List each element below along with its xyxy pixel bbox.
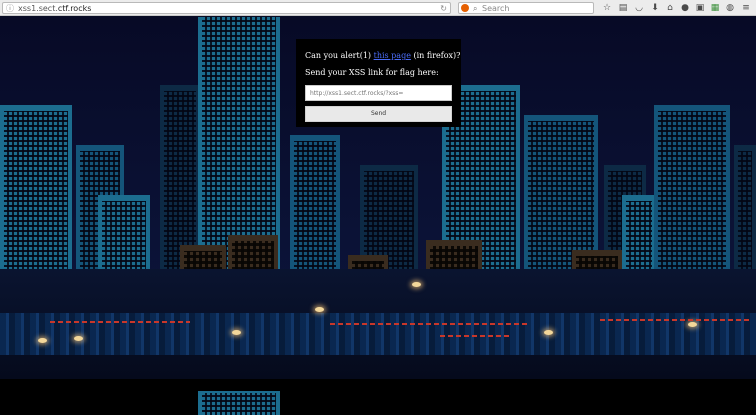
reload-icon[interactable]: ↻	[440, 4, 447, 13]
search-engine-icon[interactable]	[461, 4, 469, 12]
info-icon[interactable]: ⓘ	[6, 4, 14, 13]
street-lamp	[232, 330, 241, 335]
street-lamp	[315, 307, 324, 312]
extension-icon[interactable]: ◍	[725, 3, 735, 13]
search-placeholder: Search	[482, 4, 510, 13]
question-text: Can you alert(1)	[305, 51, 372, 60]
url-domain: ctf.rocks	[57, 4, 92, 13]
search-icon: ⌕	[473, 4, 478, 13]
traffic-lights	[600, 319, 750, 321]
traffic-lights	[440, 335, 510, 337]
building	[734, 145, 756, 285]
search-bar[interactable]: ⌕ Search	[458, 2, 594, 14]
bottom-strip	[0, 379, 756, 415]
browser-toolbar: ⓘ xss1.sect.ctf.rocks ↻ ⌕ Search ☆ ▤ ◡ ⬇…	[0, 0, 756, 16]
chat-icon[interactable]: ●	[680, 3, 690, 13]
building	[654, 105, 730, 285]
question-suffix: (in firefox)?	[413, 51, 461, 60]
traffic-lights	[50, 321, 190, 323]
pocket-icon[interactable]: ◡	[634, 3, 644, 13]
this-page-link[interactable]: this page	[374, 51, 411, 60]
street-lamp	[38, 338, 47, 343]
home-icon[interactable]: ⌂	[665, 3, 675, 13]
menu-icon[interactable]: ≡	[741, 3, 751, 13]
building	[0, 105, 72, 285]
sync-icon[interactable]: ▦	[710, 3, 720, 13]
download-icon[interactable]: ⬇	[650, 3, 660, 13]
street-lamp	[688, 322, 697, 327]
xss-link-input[interactable]	[305, 85, 452, 101]
page-background: Can you alert(1) this page (in firefox)?…	[0, 17, 756, 415]
screenshot-icon[interactable]: ▣	[695, 3, 705, 13]
building	[290, 135, 340, 285]
street-lamp	[74, 336, 83, 341]
url-prefix: xss1.sect.	[18, 4, 58, 13]
challenge-question: Can you alert(1) this page (in firefox)?	[305, 51, 460, 60]
url-text[interactable]: xss1.sect.ctf.rocks	[18, 3, 91, 14]
star-icon[interactable]: ☆	[602, 3, 612, 13]
traffic-lights	[330, 323, 530, 325]
reading-list-icon[interactable]: ▤	[618, 3, 628, 13]
send-button[interactable]: Send	[305, 106, 452, 122]
street-lamp	[544, 330, 553, 335]
street-lamp	[412, 282, 421, 287]
building	[198, 391, 280, 415]
xss-form-panel: Can you alert(1) this page (in firefox)?…	[296, 39, 461, 127]
address-bar[interactable]: ⓘ xss1.sect.ctf.rocks ↻	[2, 2, 451, 14]
xss-link-label: Send your XSS link for flag here:	[305, 68, 439, 77]
